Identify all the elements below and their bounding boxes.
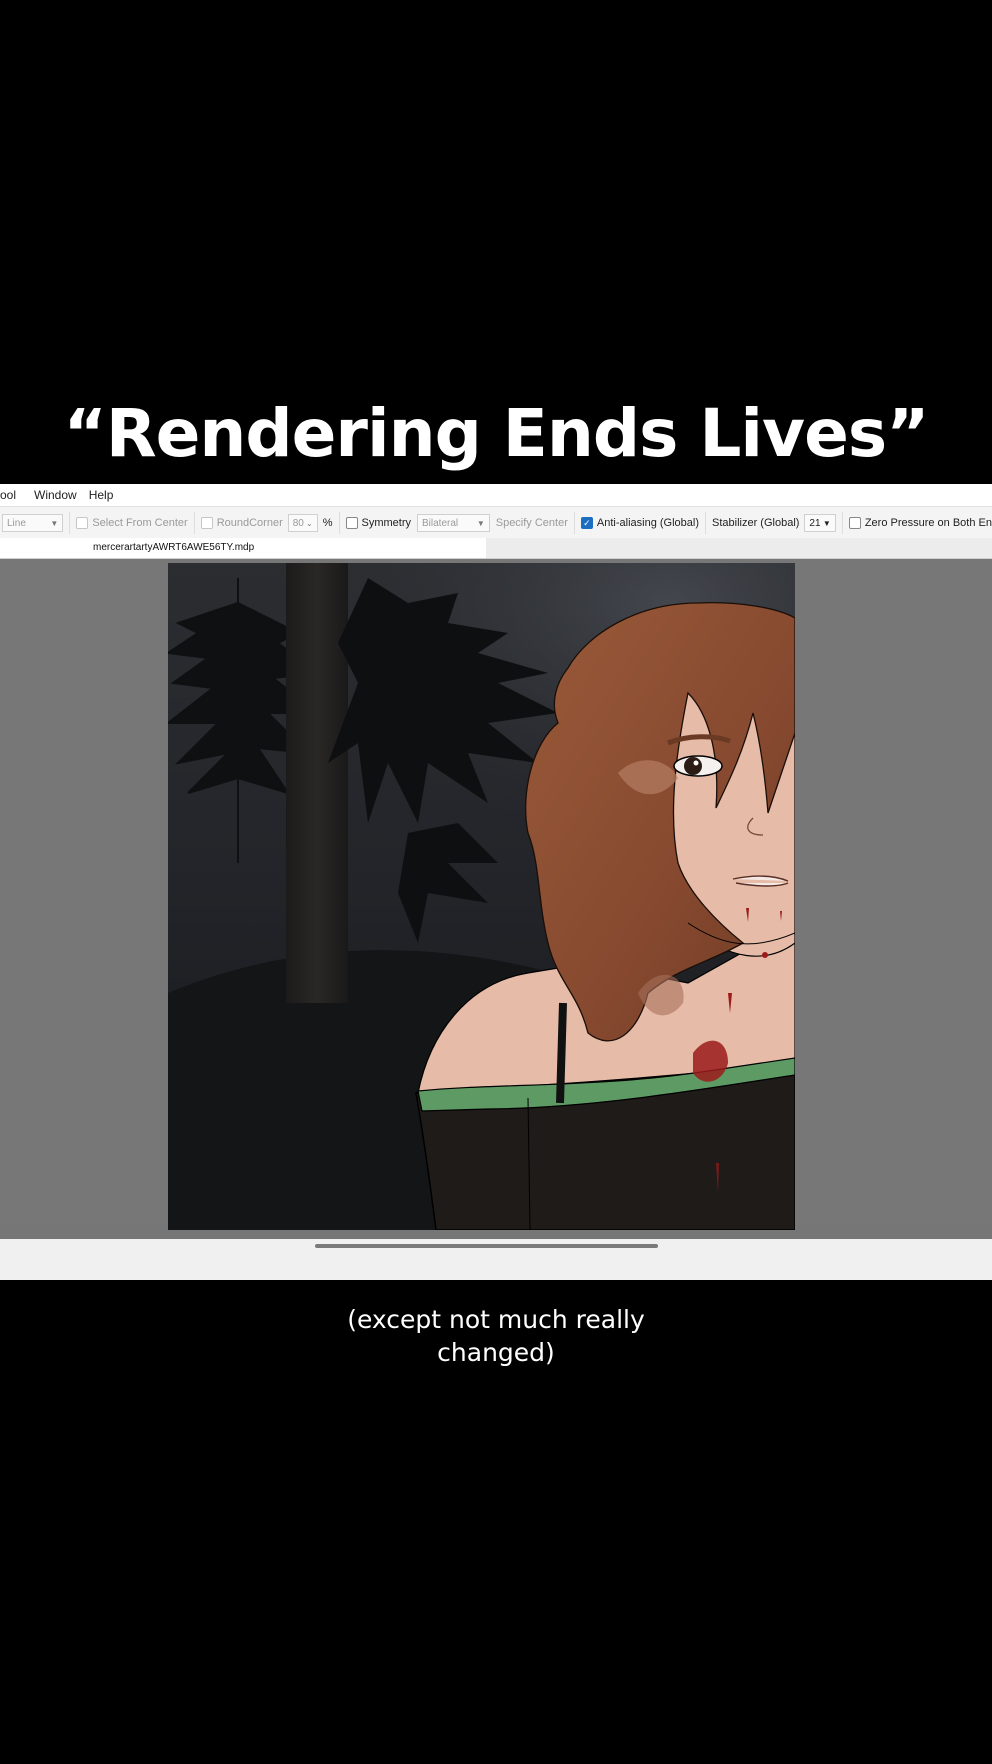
stabilizer-label: Stabilizer (Global) (712, 517, 800, 529)
symmetry-mode-select[interactable]: Bilateral ▼ (417, 514, 490, 532)
divider (705, 512, 706, 534)
iris (684, 757, 702, 775)
round-corner-unit: % (322, 517, 333, 529)
document-tab[interactable]: mercerartartyAWRT6AWE56TY.mdp (0, 538, 486, 558)
video-title-caption: “Rendering Ends Lives” (63, 395, 929, 472)
divider (69, 512, 71, 534)
canvas-area[interactable] (0, 559, 992, 1230)
round-corner-checkbox[interactable] (200, 517, 213, 529)
round-corner-label: RoundCorner (216, 517, 283, 529)
document-tab-bar: mercerartartyAWRT6AWE56TY.mdp (0, 538, 992, 559)
symmetry-checkbox[interactable] (345, 517, 358, 529)
menu-help[interactable]: Help (89, 488, 114, 502)
zero-pressure-label: Zero Pressure on Both En (864, 517, 992, 529)
anti-aliasing-label: Anti-aliasing (Global) (596, 517, 699, 529)
chevron-down-icon: ▼ (476, 518, 485, 528)
specify-center-button[interactable]: Specify Center (496, 517, 568, 529)
subtitle-line: (except not much really (347, 1305, 645, 1334)
chevron-down-icon: ▼ (822, 518, 831, 528)
eye-shine (693, 760, 699, 766)
chevron-down-icon: ▼ (50, 518, 59, 528)
tree-trunk (286, 563, 348, 1003)
select-from-center-label: Select From Center (92, 517, 188, 529)
bra-strap (556, 1002, 567, 1104)
select-from-center-checkbox[interactable] (76, 517, 89, 529)
chevron-down-icon: ⌄ (306, 518, 313, 528)
artwork-canvas[interactable] (168, 563, 795, 1230)
divider (193, 512, 195, 534)
horizontal-scrollbar[interactable] (315, 1244, 658, 1248)
menu-bar: ool Window Help (0, 484, 992, 506)
zero-pressure-checkbox[interactable] (848, 517, 861, 529)
tool-options-bar: Line ▼ Select From Center RoundCorner 80 ⌄… (0, 506, 992, 540)
anti-aliasing-checkbox[interactable]: ✓ (580, 517, 593, 529)
subtitle-line: changed) (437, 1338, 555, 1367)
divider (841, 512, 843, 534)
video-subtitle-caption: (except not much really changed) (0, 1303, 992, 1369)
divider (338, 512, 340, 534)
status-bar (0, 1239, 992, 1280)
menu-window[interactable]: Window (34, 488, 77, 502)
menu-tool[interactable]: ool (0, 488, 16, 502)
round-corner-value-select[interactable]: 80 ⌄ (287, 514, 318, 532)
divider (573, 512, 575, 534)
stabilizer-select[interactable]: 21 ▼ (804, 514, 836, 532)
symmetry-label: Symmetry (361, 517, 412, 529)
medibang-window: ool Window Help Line ▼ Select From Center… (0, 484, 992, 1280)
shape-type-select[interactable]: Line ▼ (2, 514, 64, 532)
